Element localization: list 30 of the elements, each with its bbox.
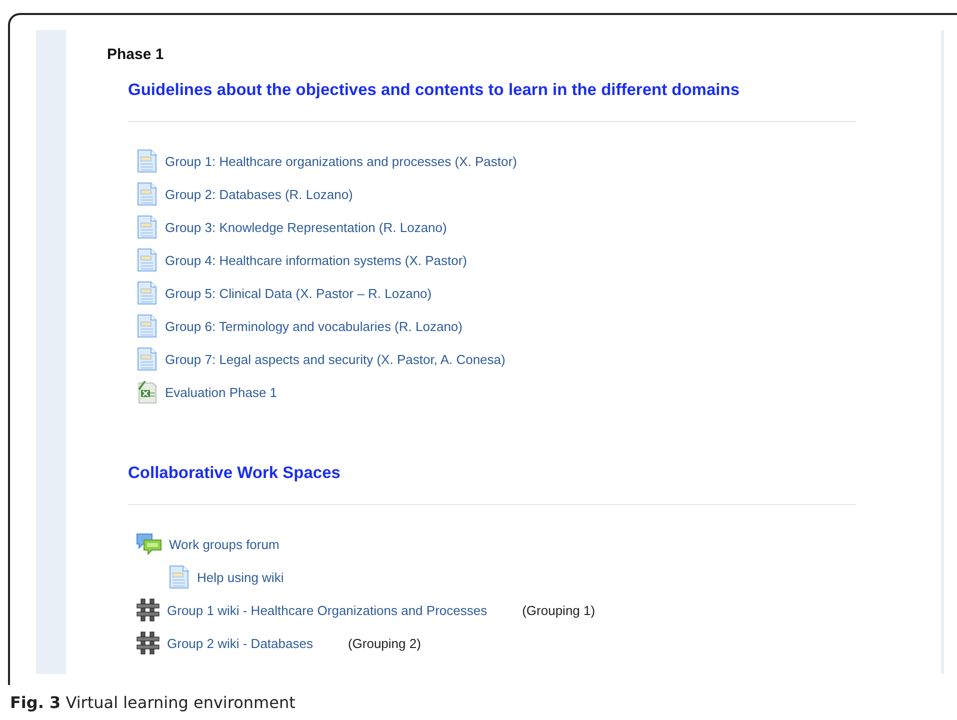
document-icon xyxy=(136,149,158,173)
activity-link[interactable]: Group 1 wiki - Healthcare Organizations and Processes xyxy=(167,602,488,618)
activity-link[interactable]: Help using wiki xyxy=(197,570,284,584)
document-icon xyxy=(136,281,158,305)
document-icon xyxy=(136,182,158,206)
activity-link[interactable]: Work groups forum xyxy=(169,536,280,552)
activity-link[interactable]: Group 7: Legal aspects and security (X. Pastor, A. Conesa) xyxy=(165,352,506,366)
activity-link[interactable]: Group 2 wiki - Databases xyxy=(167,636,313,650)
speech-bubbles-icon xyxy=(136,532,162,556)
document-icon xyxy=(136,215,158,239)
activity-link[interactable]: Group 6: Terminology and vocabularies (R. Lozano) xyxy=(165,318,462,334)
spreadsheet-icon xyxy=(136,380,158,404)
grouping-label: (Grouping 1) xyxy=(522,602,596,618)
document-icon xyxy=(136,248,158,272)
figure-caption: Fig. 3 Virtual learning environment xyxy=(9,692,296,713)
activity-link[interactable]: Group 3: Knowledge Representation (R. Lozano) xyxy=(165,220,447,234)
wiki-icon xyxy=(136,598,160,622)
activity-link[interactable]: Group 2: Databases (R. Lozano) xyxy=(165,186,353,202)
activity-link[interactable]: Group 1: Healthcare organizations and processes (X. Pastor) xyxy=(165,154,517,168)
grouping-label: (Grouping 2) xyxy=(348,636,421,650)
document-icon xyxy=(136,347,158,371)
activity-link[interactable]: Group 4: Healthcare information systems (X. Pastor) xyxy=(165,252,468,268)
activity-link[interactable]: Group 5: Clinical Data (X. Pastor – R. Lozano) xyxy=(165,286,432,300)
phase-title: Phase 1 xyxy=(107,46,165,63)
section-title: Collaborative Work Spaces xyxy=(128,464,342,483)
activity-link[interactable]: Evaluation Phase 1 xyxy=(165,384,278,400)
section-title: Guidelines about the objectives and contents to learn in the different domains xyxy=(128,81,740,100)
document-icon xyxy=(136,314,158,338)
wiki-icon xyxy=(136,631,160,655)
document-icon xyxy=(168,565,190,589)
